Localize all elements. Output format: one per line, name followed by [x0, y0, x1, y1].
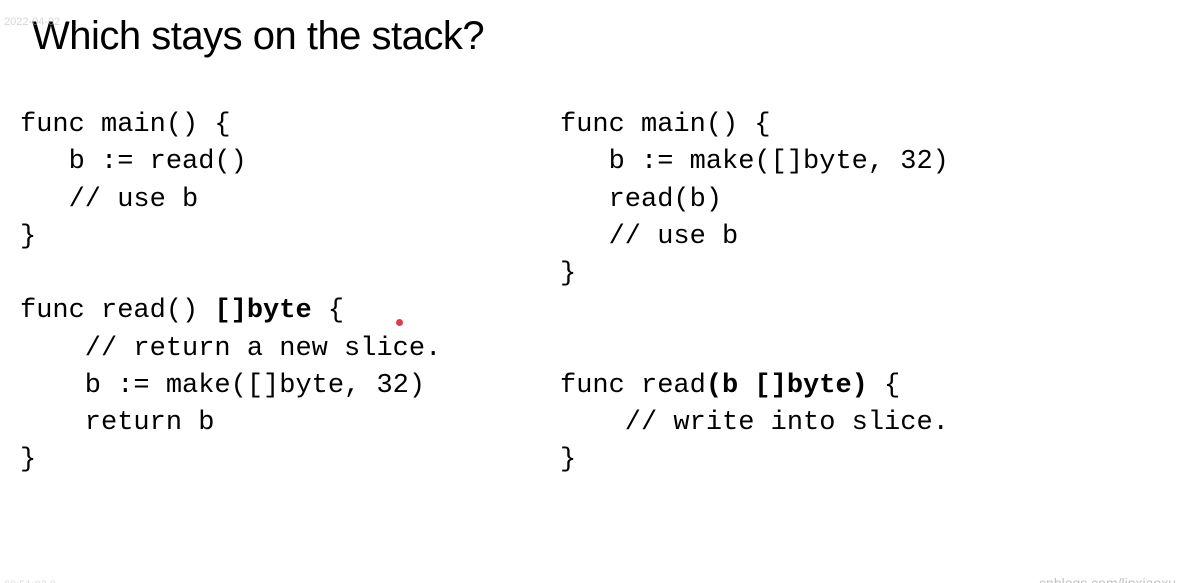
code-return-type: []byte — [214, 296, 311, 326]
code-param: (b []byte) — [706, 371, 868, 401]
code-line: b := read() — [20, 147, 247, 177]
code-column-left: func main() { b := read() // use b } fun… — [20, 107, 540, 480]
slide-title: Which stays on the stack? — [32, 14, 1186, 59]
code-line: func read() — [20, 296, 214, 326]
watermark-top-left: 2022-04-02 — [4, 16, 60, 28]
code-line: // write into slice. — [560, 408, 949, 438]
code-line: func main() { — [20, 110, 231, 140]
code-block-right: func main() { b := make([]byte, 32) read… — [560, 107, 1180, 480]
watermark-bottom-right: cnblogs.com/linxiaoxu — [1039, 575, 1176, 583]
code-line: } — [20, 445, 36, 475]
code-block-left: func main() { b := read() // use b } fun… — [20, 107, 540, 480]
code-line: func main() { — [560, 110, 771, 140]
code-line: read(b) — [560, 185, 722, 215]
code-line: } — [560, 445, 576, 475]
code-line: // use b — [20, 185, 198, 215]
code-line: } — [20, 222, 36, 252]
code-column-right: func main() { b := make([]byte, 32) read… — [560, 107, 1180, 480]
watermark-bottom-left: 00:51:02.9 — [4, 579, 56, 583]
laser-pointer-dot — [396, 319, 403, 326]
code-columns: func main() { b := read() // use b } fun… — [0, 107, 1186, 480]
code-line: } — [560, 259, 576, 289]
code-line: func read — [560, 371, 706, 401]
code-open-brace: { — [868, 371, 900, 401]
code-open-brace: { — [312, 296, 344, 326]
code-line: // return a new slice. — [20, 334, 441, 364]
code-line: b := make([]byte, 32) — [560, 147, 949, 177]
code-line: return b — [20, 408, 214, 438]
code-line: b := make([]byte, 32) — [20, 371, 425, 401]
code-line: // use b — [560, 222, 738, 252]
